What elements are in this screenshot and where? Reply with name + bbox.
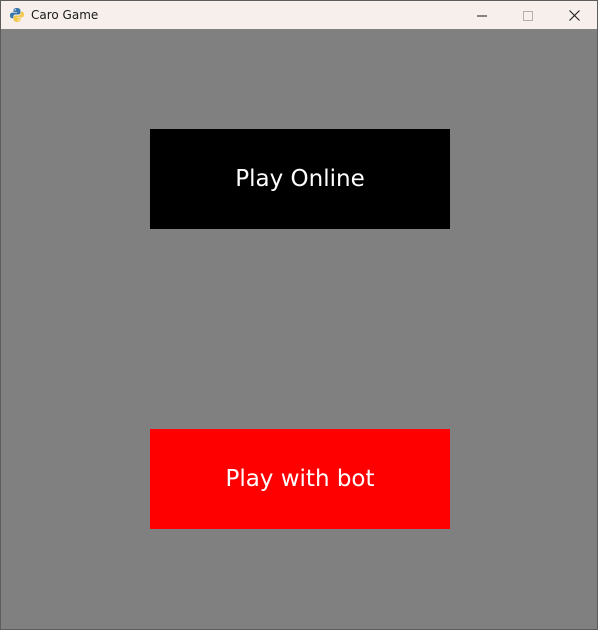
play-with-bot-button[interactable]: Play with bot — [150, 429, 450, 529]
minimize-button[interactable] — [459, 1, 505, 29]
play-online-label: Play Online — [235, 166, 365, 192]
close-icon — [568, 6, 580, 25]
app-window: Caro Game Play Online Play with bot — [0, 0, 598, 630]
play-with-bot-label: Play with bot — [225, 466, 375, 492]
window-title: Caro Game — [31, 8, 99, 22]
play-online-button[interactable]: Play Online — [150, 129, 450, 229]
title-bar[interactable]: Caro Game — [1, 1, 597, 29]
maximize-button[interactable] — [505, 1, 551, 29]
close-button[interactable] — [551, 1, 597, 29]
minimize-icon — [477, 6, 487, 25]
window-controls — [459, 1, 597, 29]
python-icon — [9, 7, 25, 23]
game-canvas: Play Online Play with bot — [1, 29, 597, 629]
maximize-icon — [523, 6, 533, 25]
